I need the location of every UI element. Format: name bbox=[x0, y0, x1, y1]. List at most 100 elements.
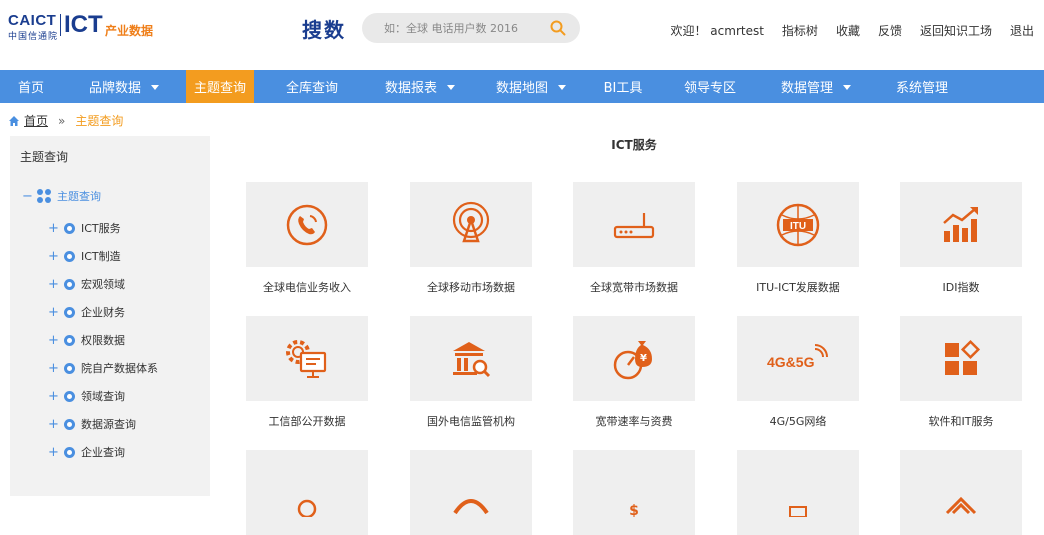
card-image bbox=[410, 316, 532, 401]
expand-icon[interactable]: + bbox=[48, 221, 64, 236]
tree-list: + ICT服务 + ICT制造 + 宏观领域 + 企业财务 + 权限数据 + 院自产数据体系… bbox=[48, 214, 158, 466]
tree-item-macro[interactable]: + 宏观领域 bbox=[48, 270, 158, 298]
card-broadband-speed[interactable]: ¥ 宽带速率与资费 bbox=[573, 316, 695, 429]
expand-icon[interactable]: + bbox=[48, 445, 64, 460]
search-title: 搜数 bbox=[302, 18, 346, 42]
top-links: 欢迎！ acmrtest 指标树 收藏 反馈 返回知识工场 退出 bbox=[670, 22, 1034, 39]
card-itu-ict[interactable]: ITU ITU-ICT发展数据 bbox=[737, 182, 859, 295]
card-idi-index[interactable]: IDI指数 bbox=[900, 182, 1022, 295]
tree-item-ict-service[interactable]: + ICT服务 bbox=[48, 214, 158, 242]
nav-system-manage[interactable]: 系统管理 bbox=[866, 70, 978, 103]
card-label: ITU-ICT发展数据 bbox=[756, 281, 840, 294]
tree-item-company[interactable]: + 企业查询 bbox=[48, 438, 158, 466]
link-back-knowledge[interactable]: 返回知识工场 bbox=[920, 22, 992, 39]
4g5g-text: 4G&5G bbox=[767, 354, 815, 370]
search-icon[interactable] bbox=[550, 20, 566, 36]
nav-data-report[interactable]: 数据报表 bbox=[370, 70, 470, 103]
logo-caict: CAICT bbox=[8, 12, 57, 29]
card-label: 国外电信监管机构 bbox=[427, 415, 515, 428]
card-partial[interactable] bbox=[410, 450, 532, 535]
card-partial[interactable] bbox=[246, 450, 368, 535]
sidebar: 主题查询 − 主题查询 + ICT服务 + ICT制造 + 宏观领域 + 企业财务 + 权… bbox=[10, 136, 210, 496]
node-icon bbox=[64, 250, 75, 262]
tree-item-permission[interactable]: + 权限数据 bbox=[48, 326, 158, 354]
card-partial[interactable] bbox=[737, 450, 859, 535]
expand-icon[interactable]: + bbox=[48, 305, 64, 320]
card-label: 全球移动市场数据 bbox=[427, 281, 515, 294]
tree-root-label: 主题查询 bbox=[57, 190, 101, 203]
tree-item-domain[interactable]: + 领域查询 bbox=[48, 382, 158, 410]
expand-icon[interactable]: + bbox=[48, 277, 64, 292]
tree-item-label: ICT制造 bbox=[81, 250, 121, 263]
nav-bi-tools[interactable]: BI工具 bbox=[592, 70, 654, 103]
link-logout[interactable]: 退出 bbox=[1010, 22, 1034, 39]
monitor-gear-icon bbox=[286, 339, 327, 378]
section-title: ICT服务 bbox=[611, 138, 657, 152]
card-label: 软件和IT服务 bbox=[928, 415, 994, 428]
card-partial[interactable]: $ bbox=[573, 450, 695, 535]
card-image bbox=[246, 450, 368, 535]
expand-icon[interactable]: + bbox=[48, 389, 64, 404]
tree-item-label: 院自产数据体系 bbox=[81, 362, 158, 375]
tree-item-finance[interactable]: + 企业财务 bbox=[48, 298, 158, 326]
card-image: ¥ bbox=[573, 316, 695, 401]
expand-icon[interactable]: + bbox=[48, 333, 64, 348]
breadcrumb-current: 主题查询 bbox=[75, 114, 124, 128]
nav-topic-query[interactable]: 主题查询 bbox=[186, 70, 254, 103]
4g5g-icon: 4G&5G bbox=[767, 343, 828, 370]
expand-icon[interactable]: + bbox=[48, 249, 64, 264]
node-icon bbox=[64, 306, 75, 318]
card-partial[interactable] bbox=[900, 450, 1022, 535]
caict-logo[interactable]: CAICT 中国信通院 ICT 产业数据 bbox=[8, 12, 158, 43]
card-mobile-market[interactable]: 全球移动市场数据 bbox=[410, 182, 532, 295]
card-label: 4G/5G网络 bbox=[769, 415, 827, 428]
card-image: ITU bbox=[737, 182, 859, 267]
node-icon bbox=[64, 390, 75, 402]
collapse-icon[interactable]: − bbox=[22, 189, 34, 204]
expand-icon[interactable]: + bbox=[48, 417, 64, 432]
home-icon bbox=[9, 115, 19, 126]
tree-item-label: ICT服务 bbox=[81, 222, 121, 235]
tree-item-self-data[interactable]: + 院自产数据体系 bbox=[48, 354, 158, 382]
logo-ict-sub: 产业数据 bbox=[105, 24, 154, 38]
nav-data-map[interactable]: 数据地图 bbox=[470, 70, 592, 103]
nav-leader-zone[interactable]: 领导专区 bbox=[654, 70, 766, 103]
search-box[interactable] bbox=[362, 13, 580, 43]
nav-label: 主题查询 bbox=[193, 81, 246, 96]
tree-item-ict-manufacture[interactable]: + ICT制造 bbox=[48, 242, 158, 270]
chevron-down-icon bbox=[843, 84, 851, 90]
card-telecom-revenue[interactable]: 全球电信业务收入 bbox=[246, 182, 368, 295]
svg-text:$: $ bbox=[629, 503, 639, 517]
link-feedback[interactable]: 反馈 bbox=[878, 22, 902, 39]
nav-label: 数据地图 bbox=[495, 81, 548, 96]
diamond-grid-icon bbox=[945, 496, 977, 514]
search-input[interactable] bbox=[384, 19, 544, 37]
nav-label: 系统管理 bbox=[895, 81, 948, 96]
card-image bbox=[900, 182, 1022, 267]
expand-icon[interactable]: + bbox=[48, 361, 64, 376]
svg-text:ITU: ITU bbox=[790, 221, 806, 232]
link-indicator-tree[interactable]: 指标树 bbox=[782, 22, 818, 39]
logo-cn: 中国信通院 bbox=[8, 32, 59, 42]
tree-root[interactable]: − 主题查询 bbox=[22, 188, 101, 204]
card-broadband-market[interactable]: 全球宽带市场数据 bbox=[573, 182, 695, 295]
link-favorites[interactable]: 收藏 bbox=[836, 22, 860, 39]
blocks-icon bbox=[945, 339, 981, 375]
card-software-it[interactable]: 软件和IT服务 bbox=[900, 316, 1022, 429]
cluster-icon bbox=[37, 189, 51, 203]
card-label: IDI指数 bbox=[942, 281, 980, 294]
nav-label: 领导专区 bbox=[683, 81, 736, 96]
tree-item-source[interactable]: + 数据源查询 bbox=[48, 410, 158, 438]
nav-brand-data[interactable]: 品牌数据 bbox=[62, 70, 186, 103]
card-4g5g-network[interactable]: 4G&5G 4G/5G网络 bbox=[737, 316, 859, 429]
nav-data-manage[interactable]: 数据管理 bbox=[766, 70, 866, 103]
card-image bbox=[573, 182, 695, 267]
node-icon bbox=[64, 446, 75, 458]
card-foreign-regulator[interactable]: 国外电信监管机构 bbox=[410, 316, 532, 429]
card-miit-data[interactable]: 工信部公开数据 bbox=[246, 316, 368, 429]
breadcrumb-home[interactable]: 首页 bbox=[24, 112, 48, 129]
chevron-down-icon bbox=[447, 84, 455, 90]
nav-full-query[interactable]: 全库查询 bbox=[254, 70, 370, 103]
nav-home[interactable]: 首页 bbox=[0, 70, 62, 103]
svg-text:¥: ¥ bbox=[640, 353, 647, 364]
